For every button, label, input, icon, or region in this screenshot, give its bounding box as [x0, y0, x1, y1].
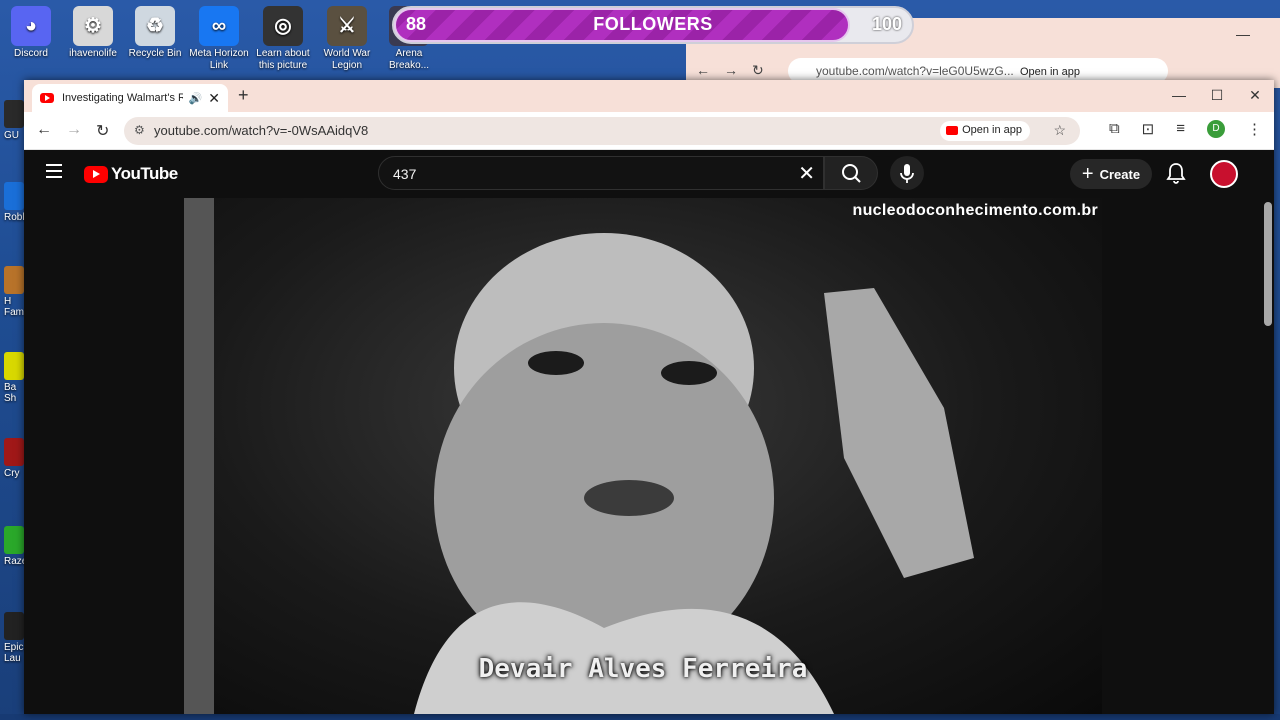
epic-games-icon	[4, 612, 24, 640]
forward-icon[interactable]: →	[66, 121, 82, 139]
followers-label: FOLLOWERS	[593, 14, 713, 34]
tab-youtube[interactable]: Investigating Walmart's Rac 🔊 ✕	[32, 84, 228, 112]
video-player[interactable]: nucleodoconhecimento.com.br Devair Alves…	[184, 198, 1102, 714]
desktop-icon-label: World War Legion	[323, 48, 371, 71]
browser-titlebar: Investigating Walmart's Rac 🔊 ✕ + — ☐ ✕	[24, 80, 1274, 112]
desktop-icon[interactable]: ◕ Discord	[0, 0, 62, 60]
menu-kebab-icon[interactable]: ⋮	[1247, 120, 1262, 138]
razer-icon	[4, 526, 24, 554]
profile-avatar[interactable]: D	[1207, 120, 1225, 138]
desktop-icon[interactable]: ⚔ World War Legion	[316, 0, 378, 72]
video-watermark: nucleodoconhecimento.com.br	[852, 202, 1098, 219]
app-icon: ⚔	[327, 6, 367, 46]
extensions-icon[interactable]: ⧉	[1109, 120, 1120, 138]
desktop-side-icon[interactable]: Roble	[0, 182, 30, 223]
app-icon: ◎	[263, 6, 303, 46]
video-frame-portrait	[184, 198, 974, 714]
desktop-icon-label: Meta Horizon Link	[189, 48, 249, 71]
bookmark-star-icon[interactable]: ☆	[1053, 122, 1066, 139]
app-icon: ∞	[199, 6, 239, 46]
app-icon: ◕	[11, 6, 51, 46]
search-query: 437	[393, 166, 417, 182]
app-icon: ⚙	[73, 6, 113, 46]
desktop-icon[interactable]: ∞ Meta Horizon Link	[188, 0, 250, 72]
page-scrollbar[interactable]	[1264, 202, 1272, 326]
youtube-favicon-icon	[40, 93, 54, 103]
new-tab-button[interactable]: +	[238, 85, 249, 106]
youtube-page: YouTube 437 ✕ + Create nucleodoconhecime…	[24, 150, 1274, 714]
followers-goal-widget: 88 FOLLOWERS 100	[392, 6, 914, 44]
open-in-app-button[interactable]: Open in app	[940, 121, 1030, 141]
app-icon	[4, 100, 24, 128]
browser-toolbar: ← → ↻ ⚙ youtube.com/watch?v=-0WsAAidqV8 …	[24, 112, 1274, 150]
address-bar[interactable]: ⚙ youtube.com/watch?v=-0WsAAidqV8 Open i…	[124, 117, 1080, 145]
close-window-icon[interactable]: ✕	[1236, 80, 1274, 112]
youtube-header: YouTube 437 ✕ + Create	[24, 150, 1274, 198]
app-icon	[4, 352, 24, 380]
speaker-icon[interactable]: 🔊	[189, 92, 203, 105]
hamburger-menu-icon[interactable]	[46, 164, 62, 182]
desktop-icon[interactable]: ◎ Learn about this picture	[252, 0, 314, 72]
app-icon	[4, 438, 24, 466]
search-input[interactable]: 437 ✕	[378, 156, 824, 190]
maximize-icon[interactable]: ☐	[1198, 80, 1236, 112]
desktop-side-icon[interactable]: Ba Sh	[0, 352, 26, 404]
minimize-icon[interactable]: —	[1236, 26, 1250, 42]
reload-icon[interactable]: ↻	[96, 121, 109, 141]
youtube-app-icon	[946, 126, 959, 135]
desktop-icon-label: Discord	[14, 48, 48, 59]
background-nav-icons: ←→↻	[696, 62, 778, 78]
plus-icon: +	[1081, 163, 1094, 185]
cast-search-icon[interactable]: ⊡	[1142, 120, 1155, 138]
search-button[interactable]	[824, 156, 878, 190]
desktop-side-icon[interactable]: Raze	[0, 526, 27, 567]
desktop-icon[interactable]: ⚙ ihavenolife	[62, 0, 124, 60]
desktop-side-icon[interactable]: Cry	[0, 438, 26, 479]
clear-search-icon[interactable]: ✕	[798, 161, 815, 186]
site-info-icon[interactable]: ⚙	[134, 123, 145, 137]
create-button[interactable]: + Create	[1070, 159, 1152, 189]
desktop-icon-label: Arena Breako...	[388, 48, 430, 71]
notifications-bell-icon[interactable]	[1166, 162, 1186, 189]
tab-title: Investigating Walmart's Rac	[62, 92, 183, 104]
roblox-icon	[4, 182, 24, 210]
followers-goal: 100	[871, 14, 902, 34]
app-icon: ♻	[135, 6, 175, 46]
app-icon	[4, 266, 24, 294]
youtube-play-icon	[84, 165, 108, 183]
youtube-logo[interactable]: YouTube	[84, 164, 178, 184]
desktop-icon-label: Recycle Bin	[128, 48, 182, 59]
microphone-icon	[900, 164, 914, 183]
desktop-icon-label: Learn about this picture	[256, 48, 310, 71]
close-tab-icon[interactable]: ✕	[208, 90, 220, 107]
desktop-side-icon[interactable]: H Fami	[0, 266, 26, 318]
desktop-icon-label: ihavenolife	[69, 48, 117, 59]
desktop-side-icon[interactable]: Epic Lau	[0, 612, 26, 664]
desktop-icon[interactable]: ♻ Recycle Bin	[124, 0, 186, 60]
minimize-icon[interactable]: —	[1160, 80, 1198, 112]
url-text: youtube.com/watch?v=-0WsAAidqV8	[154, 123, 369, 138]
account-avatar[interactable]	[1210, 160, 1238, 188]
browser-window: Investigating Walmart's Rac 🔊 ✕ + — ☐ ✕ …	[24, 80, 1274, 714]
video-caption: Devair Alves Ferreira	[478, 654, 808, 684]
background-open-in-app-button[interactable]: Open in app	[1014, 64, 1086, 80]
voice-search-button[interactable]	[890, 156, 924, 190]
taskbar-edge	[0, 714, 1280, 720]
back-icon[interactable]: ←	[36, 121, 52, 139]
desktop-side-icon[interactable]: GU	[0, 100, 26, 141]
media-controls-icon[interactable]: ≡	[1176, 120, 1185, 138]
background-url: youtube.com/watch?v=leG0U5wzG...	[816, 64, 1014, 78]
search-icon	[842, 164, 861, 183]
